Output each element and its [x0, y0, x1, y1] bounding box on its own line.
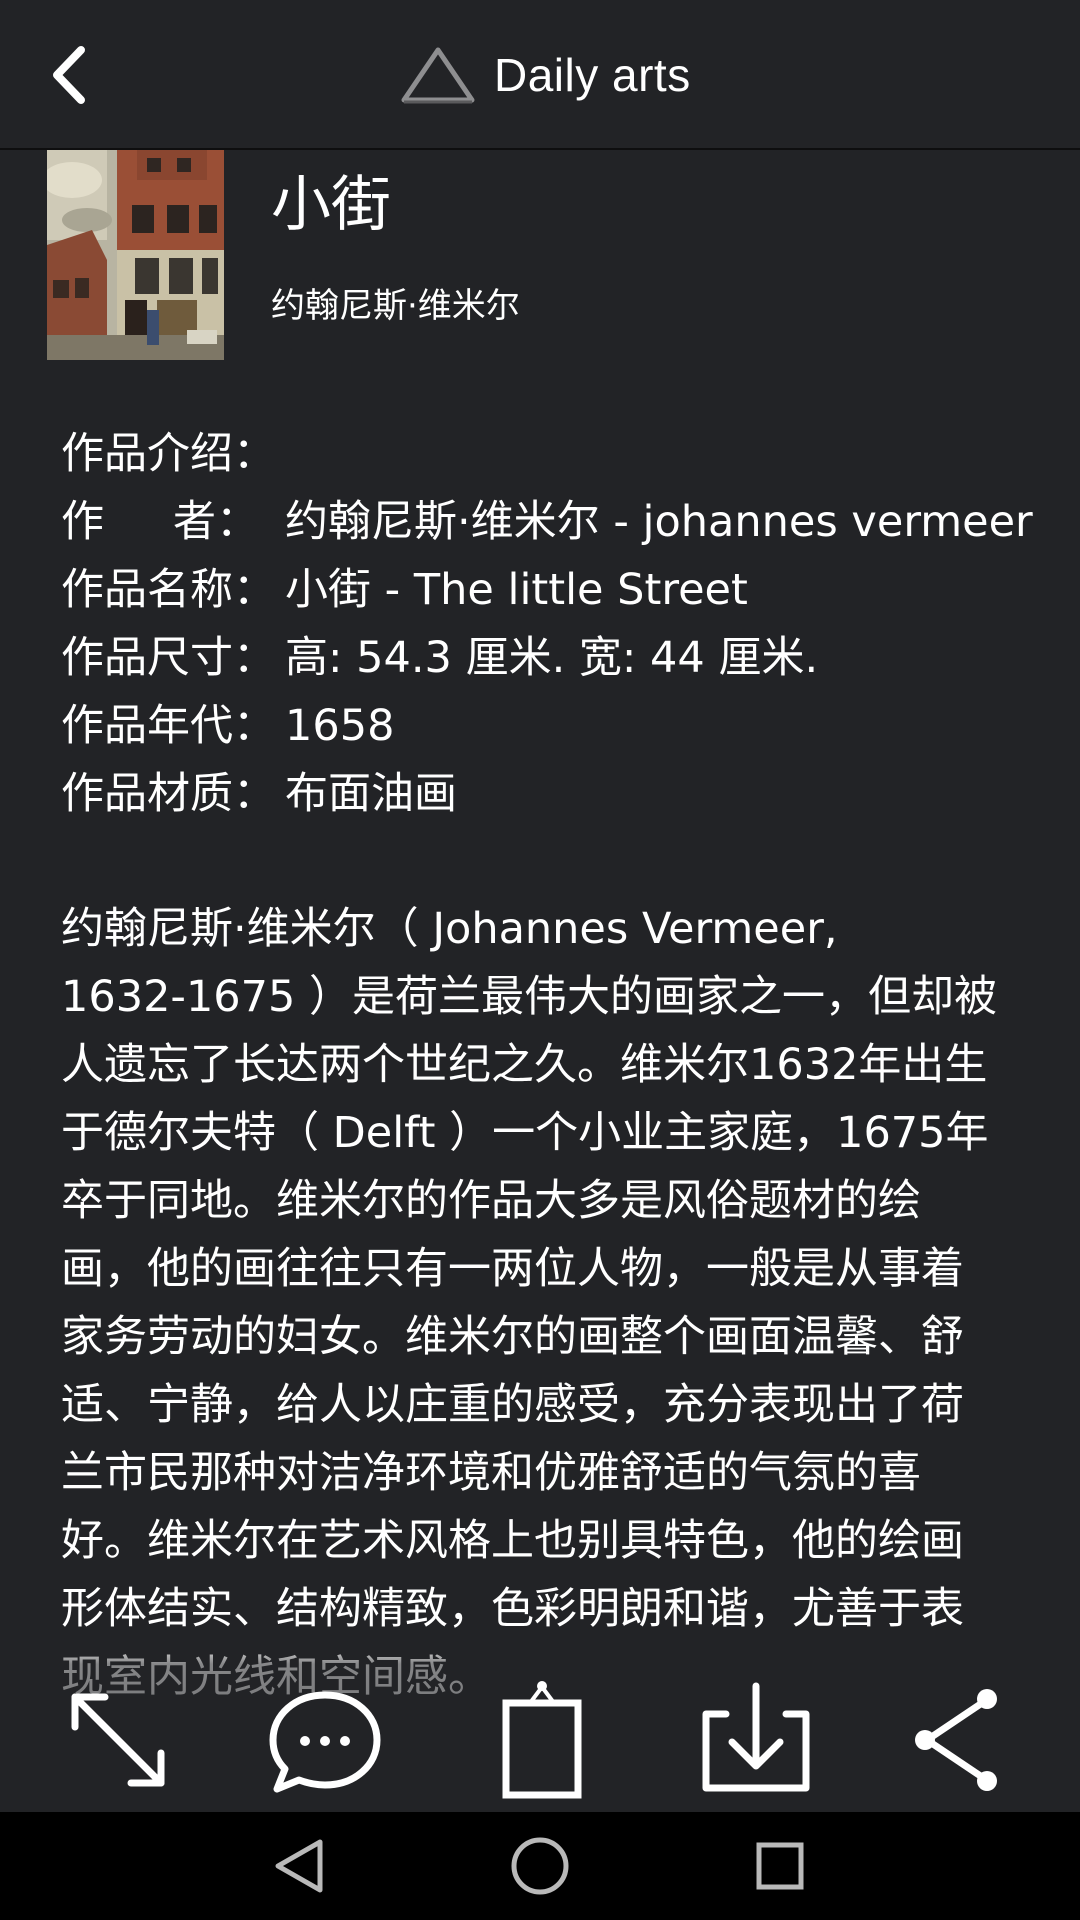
- bio-line: 形体结实、结构精致，色彩明朗和谐，尤善于表: [61, 1584, 964, 1634]
- info-heading-label: 作品介绍：: [61, 429, 276, 479]
- info-row-size: 作品尺寸： 高: 54.3 厘米. 宽: 44 厘米.: [61, 624, 1051, 692]
- info-value-artist: 约翰尼斯·维米尔 - johannes vermeer: [285, 497, 1033, 547]
- comment-button[interactable]: [255, 1670, 395, 1810]
- info-label-name: 作品名称：: [61, 565, 276, 615]
- download-button[interactable]: [686, 1670, 826, 1810]
- bio-line: 卒于同地。维米尔的作品大多是风俗题材的绘: [61, 1176, 921, 1226]
- artwork-header: 小街 约翰尼斯·维米尔: [0, 150, 1080, 360]
- app-title: Daily arts: [494, 49, 691, 101]
- bio-line: 适、宁静，给人以庄重的感受，充分表现出了荷: [61, 1380, 964, 1430]
- system-home-button[interactable]: [490, 1822, 590, 1910]
- info-value-size: 高: 54.3 厘米. 宽: 44 厘米.: [285, 633, 819, 683]
- artwork-title: 小街: [271, 170, 391, 240]
- share-button[interactable]: [888, 1670, 1028, 1810]
- artwork-artist: 约翰尼斯·维米尔: [271, 286, 520, 326]
- info-row-name: 作品名称： 小街 - The little Street: [61, 556, 1051, 624]
- download-icon: [702, 1682, 810, 1792]
- info-label-artist: 作 者：: [61, 488, 285, 556]
- artwork-thumbnail[interactable]: [47, 150, 224, 360]
- bio-line: 约翰尼斯·维米尔（ Johannes Vermeer,: [61, 904, 838, 954]
- bio-line: 于德尔夫特（ Delft ）一个小业主家庭，1675年: [61, 1108, 989, 1158]
- system-nav-bar: [0, 1812, 1080, 1920]
- info-row-material: 作品材质： 布面油画: [61, 760, 1051, 828]
- info-value-year: 1658: [285, 701, 395, 751]
- system-recents-button[interactable]: [730, 1822, 830, 1910]
- bio-line: 1632-1675 ）是荷兰最伟大的画家之一，但却被: [61, 972, 998, 1022]
- info-heading: 作品介绍：: [61, 420, 1051, 488]
- action-bar: [0, 1670, 1080, 1810]
- comment-icon: [269, 1691, 381, 1793]
- home-circle-icon: [511, 1837, 569, 1895]
- info-row-year: 作品年代： 1658: [61, 692, 1051, 760]
- info-value-name: 小街 - The little Street: [285, 565, 748, 615]
- chevron-left-icon: [53, 46, 85, 104]
- back-triangle-icon: [275, 1839, 323, 1893]
- fullscreen-icon: [71, 1693, 165, 1787]
- info-label-artist-a: 作: [61, 497, 104, 547]
- artwork-info: 作品介绍： 作 者： 约翰尼斯·维米尔 - johannes vermeer 作…: [61, 420, 1051, 828]
- bio-line: 好。维米尔在艺术风格上也别具特色，他的绘画: [61, 1516, 964, 1566]
- info-value-material: 布面油画: [285, 769, 457, 819]
- wallpaper-frame-icon: [502, 1681, 582, 1799]
- bio-line: 兰市民那种对洁净环境和优雅舒适的气氛的喜: [61, 1448, 921, 1498]
- fullscreen-button[interactable]: [48, 1670, 188, 1810]
- bio-line: 家务劳动的妇女。维米尔的画整个画面温馨、舒: [61, 1312, 964, 1362]
- share-icon: [915, 1689, 997, 1791]
- system-back-button[interactable]: [250, 1822, 350, 1910]
- set-wallpaper-button[interactable]: [472, 1670, 612, 1810]
- info-label-size: 作品尺寸：: [61, 633, 276, 683]
- info-label-material: 作品材质：: [61, 769, 276, 819]
- triangle-logo-icon: [401, 47, 475, 104]
- info-label-artist-b: 者：: [173, 497, 259, 547]
- info-row-artist: 作 者： 约翰尼斯·维米尔 - johannes vermeer: [61, 488, 1051, 556]
- artist-biography: 约翰尼斯·维米尔（ Johannes Vermeer, 1632-1675 ）是…: [61, 895, 1027, 1711]
- bio-line: 画，他的画往往只有一两位人物，一般是从事着: [61, 1244, 964, 1294]
- app-title-group: Daily arts: [398, 38, 691, 112]
- app-bar: Daily arts: [0, 0, 1080, 150]
- back-button[interactable]: [30, 30, 110, 120]
- recents-square-icon: [756, 1842, 804, 1890]
- bio-line: 人遗忘了长达两个世纪之久。维米尔1632年出生: [61, 1040, 988, 1090]
- info-label-year: 作品年代：: [61, 701, 276, 751]
